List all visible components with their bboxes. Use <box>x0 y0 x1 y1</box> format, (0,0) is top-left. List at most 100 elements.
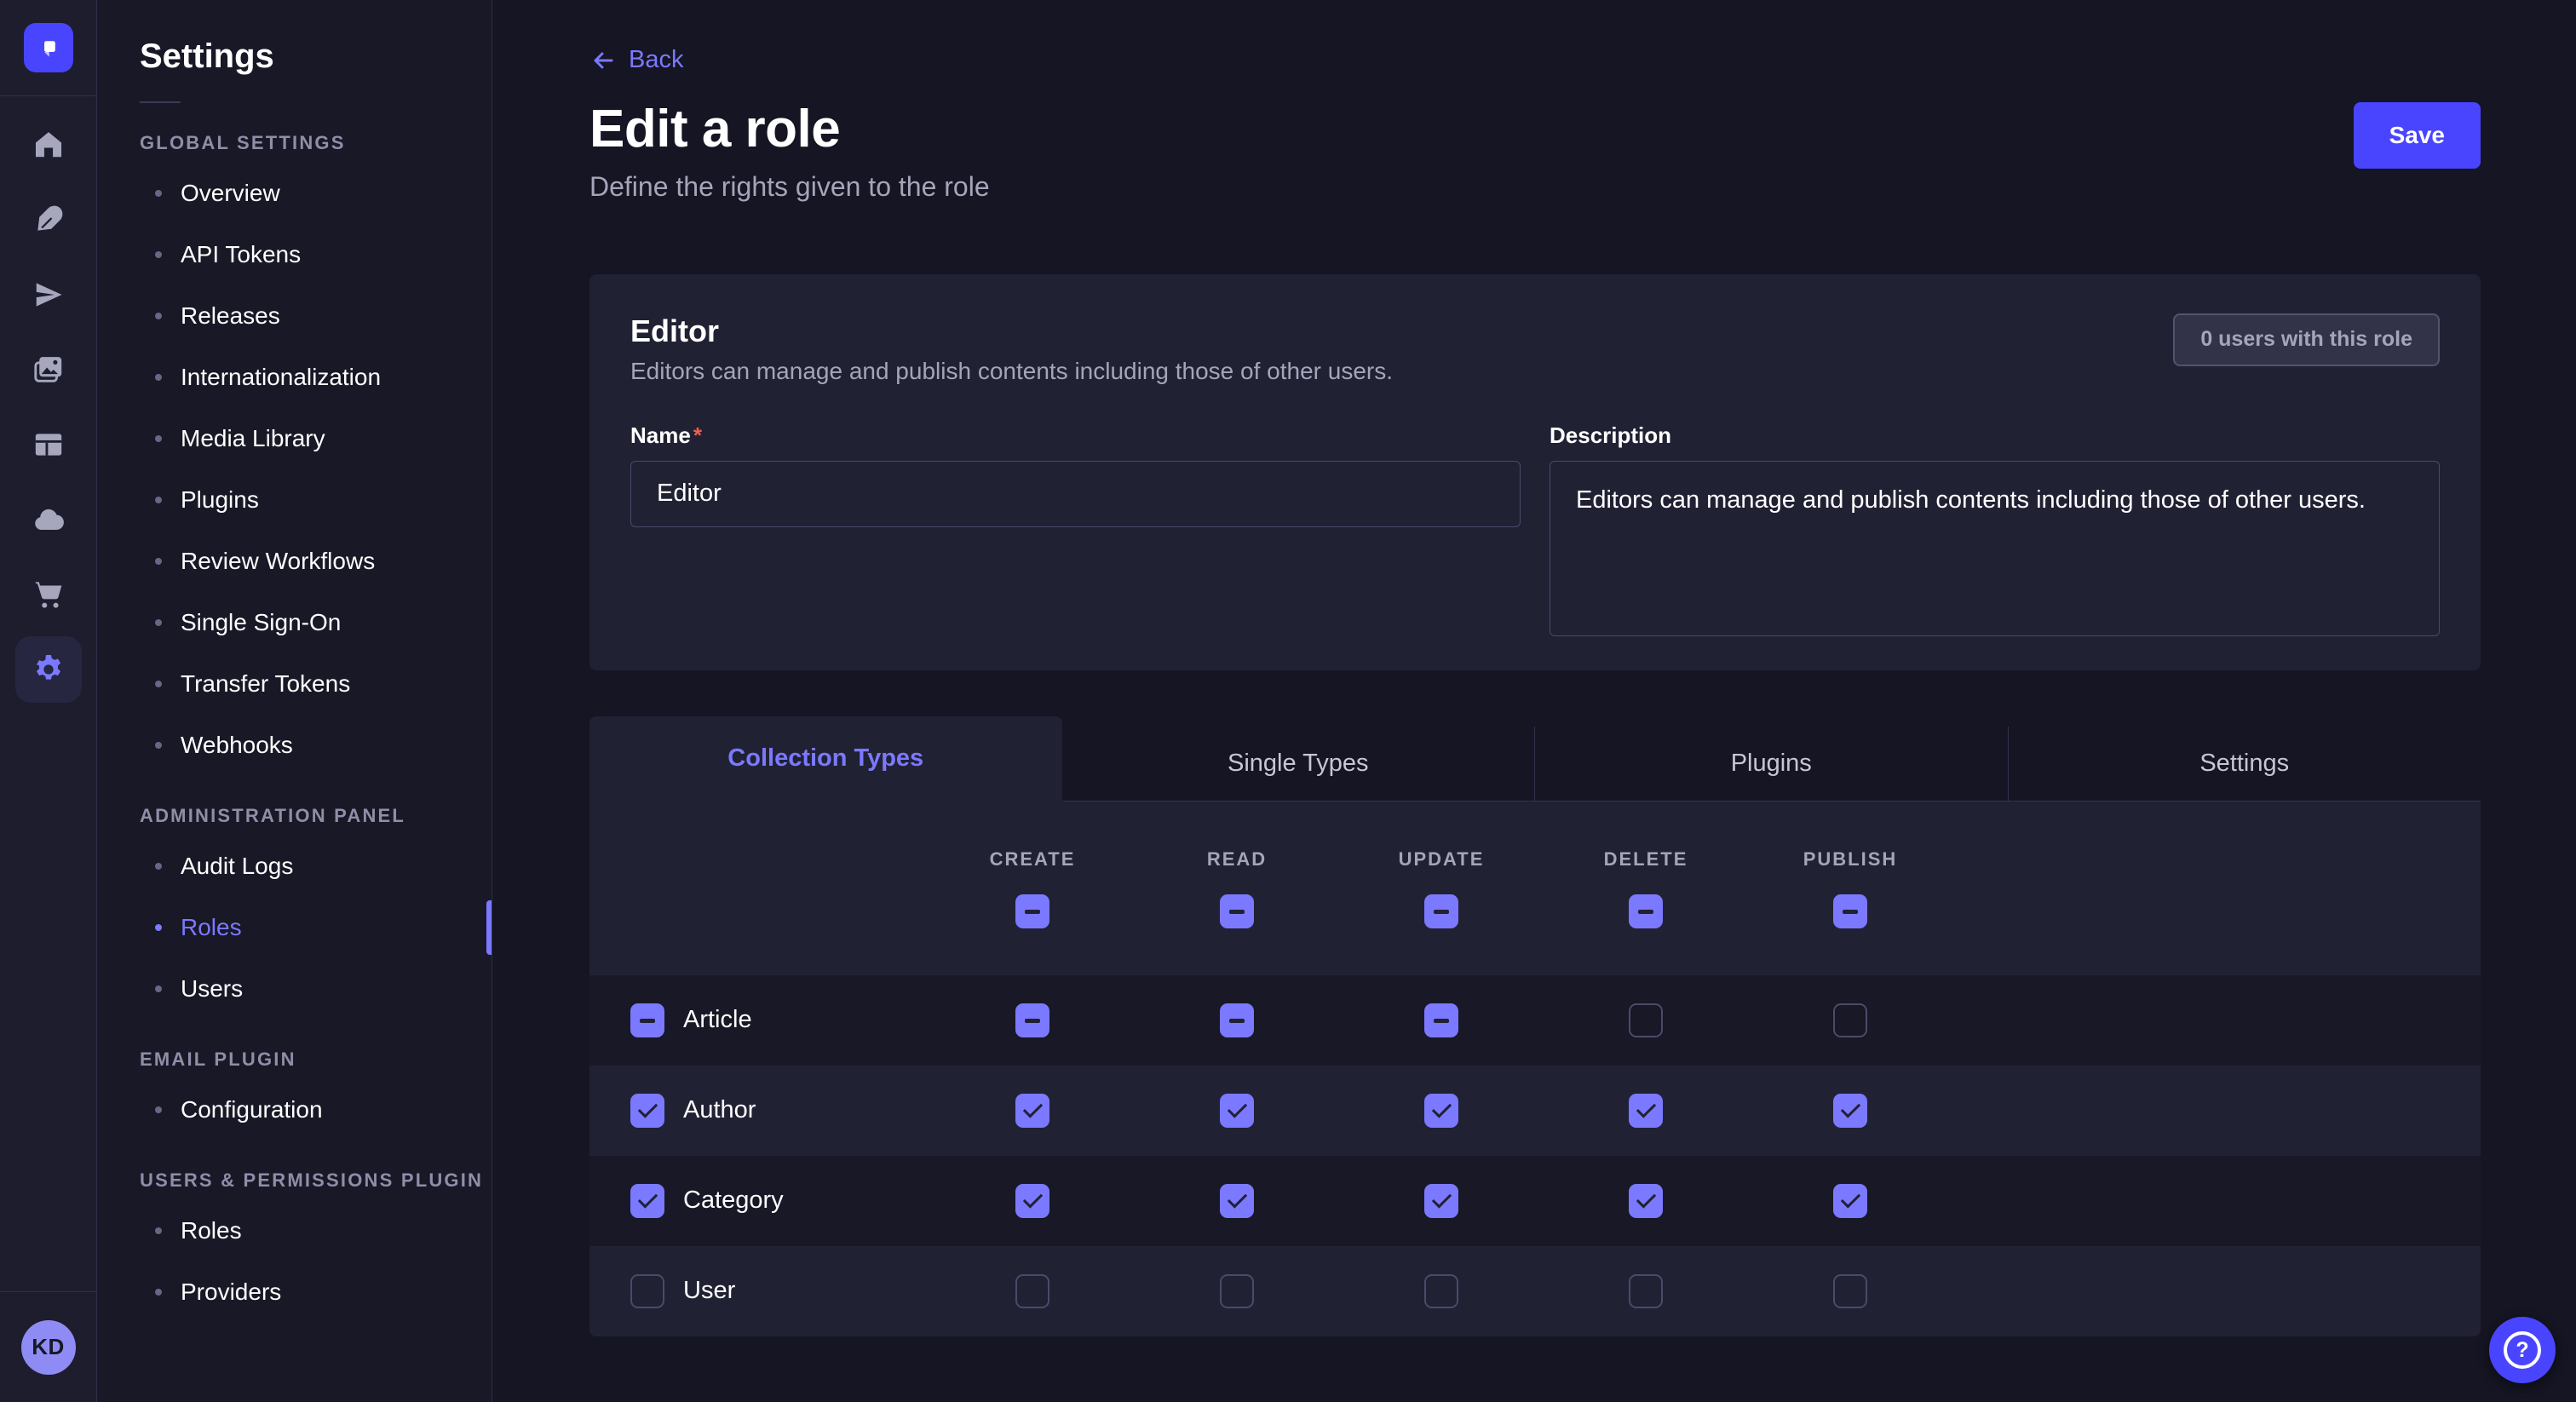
permission-checkbox[interactable] <box>1629 1094 1663 1128</box>
sidebar-item-providers[interactable]: Providers <box>97 1261 492 1323</box>
cell <box>1748 1094 1952 1128</box>
description-textarea[interactable]: Editors can manage and publish contents … <box>1550 461 2440 636</box>
layout-panel-icon[interactable] <box>32 428 65 461</box>
section-label-global: GLOBAL SETTINGS <box>140 132 492 154</box>
permission-checkbox[interactable] <box>1833 1094 1867 1128</box>
strapi-logo-icon[interactable] <box>24 23 73 72</box>
cell <box>1135 1184 1339 1218</box>
users-with-role-button[interactable]: 0 users with this role <box>2173 313 2440 366</box>
permission-checkbox[interactable] <box>1220 1003 1254 1037</box>
sidebar-item-label: Single Sign-On <box>181 609 341 636</box>
sidebar-item-audit-logs[interactable]: Audit Logs <box>97 836 492 897</box>
user-avatar[interactable]: KD <box>21 1320 76 1375</box>
tab-settings[interactable]: Settings <box>2008 727 2481 802</box>
select-all-read-checkbox[interactable] <box>1220 894 1254 928</box>
sidebar-item-label: Overview <box>181 180 280 207</box>
question-mark-icon <box>2504 1331 2541 1369</box>
permissions-section: Collection Types Single Types Plugins Se… <box>589 716 2481 1336</box>
sidebar-item-internationalization[interactable]: Internationalization <box>97 347 492 408</box>
permission-checkbox[interactable] <box>1220 1094 1254 1128</box>
permission-checkbox[interactable] <box>1220 1184 1254 1218</box>
row-select-checkbox[interactable] <box>630 1094 664 1128</box>
permission-checkbox[interactable] <box>1015 1094 1049 1128</box>
row-label: Author <box>683 1096 756 1124</box>
bullet-icon <box>155 985 162 992</box>
sidebar-item-overview[interactable]: Overview <box>97 163 492 224</box>
tab-collection-types[interactable]: Collection Types <box>589 716 1062 802</box>
settings-gear-icon[interactable] <box>15 636 82 703</box>
permission-checkbox[interactable] <box>1015 1003 1049 1037</box>
bullet-icon <box>155 313 162 319</box>
send-plane-icon[interactable] <box>32 279 65 311</box>
select-all-delete-checkbox[interactable] <box>1629 894 1663 928</box>
cell <box>930 1003 1135 1037</box>
sidebar-item-webhooks[interactable]: Webhooks <box>97 715 492 776</box>
page-subtitle: Define the rights given to the role <box>589 171 990 203</box>
sidebar-item-label: Plugins <box>181 486 259 514</box>
permission-checkbox[interactable] <box>1833 1003 1867 1037</box>
sidebar-item-single-sign-on[interactable]: Single Sign-On <box>97 592 492 653</box>
permissions-panel: CREATE READ UPDATE DELETE <box>589 802 2481 1336</box>
sidebar-item-plugins[interactable]: Plugins <box>97 469 492 531</box>
sidebar-item-users[interactable]: Users <box>97 958 492 1020</box>
cell <box>930 1094 1135 1128</box>
name-input[interactable] <box>630 461 1521 527</box>
settings-subnav: Settings GLOBAL SETTINGS Overview API To… <box>97 0 492 1402</box>
bullet-icon <box>155 1227 162 1234</box>
row-name-cell: Author <box>589 1094 930 1128</box>
permission-checkbox[interactable] <box>1833 1184 1867 1218</box>
main-content: Back Edit a role Define the rights given… <box>492 0 2576 1402</box>
sidebar-item-review-workflows[interactable]: Review Workflows <box>97 531 492 592</box>
tab-plugins[interactable]: Plugins <box>1534 727 2008 802</box>
permission-checkbox[interactable] <box>1629 1274 1663 1308</box>
column-create: CREATE <box>930 848 1135 928</box>
permission-checkbox[interactable] <box>1629 1184 1663 1218</box>
sidebar-item-configuration[interactable]: Configuration <box>97 1079 492 1141</box>
home-icon[interactable] <box>32 129 65 161</box>
cell <box>1135 1094 1339 1128</box>
sidebar-item-label: Media Library <box>181 425 325 452</box>
sidebar-item-roles-active[interactable]: Roles <box>97 897 492 958</box>
sidebar-item-api-tokens[interactable]: API Tokens <box>97 224 492 285</box>
media-library-icon[interactable] <box>32 353 65 386</box>
cloud-icon[interactable] <box>32 503 65 536</box>
help-button[interactable] <box>2489 1317 2556 1383</box>
row-select-checkbox[interactable] <box>630 1184 664 1218</box>
column-label: READ <box>1207 848 1267 871</box>
tab-single-types[interactable]: Single Types <box>1062 727 1535 802</box>
column-label: UPDATE <box>1399 848 1485 871</box>
permission-checkbox[interactable] <box>1833 1274 1867 1308</box>
permission-checkbox[interactable] <box>1629 1003 1663 1037</box>
permission-checkbox[interactable] <box>1015 1274 1049 1308</box>
row-select-checkbox[interactable] <box>630 1003 664 1037</box>
permission-checkbox[interactable] <box>1015 1184 1049 1218</box>
row-select-checkbox[interactable] <box>630 1274 664 1308</box>
icon-rail: KD <box>0 0 97 1402</box>
rail-nav <box>15 96 82 1291</box>
content-builder-feather-icon[interactable] <box>32 204 65 236</box>
back-link[interactable]: Back <box>589 46 683 74</box>
marketplace-cart-icon[interactable] <box>32 578 65 611</box>
select-all-publish-checkbox[interactable] <box>1833 894 1867 928</box>
save-button[interactable]: Save <box>2354 102 2481 169</box>
select-all-update-checkbox[interactable] <box>1424 894 1458 928</box>
sidebar-item-transfer-tokens[interactable]: Transfer Tokens <box>97 653 492 715</box>
permission-checkbox[interactable] <box>1424 1094 1458 1128</box>
cell <box>1748 1184 1952 1218</box>
description-label: Description <box>1550 422 1671 448</box>
sidebar-item-releases[interactable]: Releases <box>97 285 492 347</box>
section-label-email-plugin: EMAIL PLUGIN <box>140 1049 492 1071</box>
sidebar-item-media-library[interactable]: Media Library <box>97 408 492 469</box>
permission-checkbox[interactable] <box>1424 1274 1458 1308</box>
name-label: Name* <box>630 422 702 448</box>
sidebar-item-label: Releases <box>181 302 280 330</box>
sidebar-item-up-roles[interactable]: Roles <box>97 1200 492 1261</box>
permission-checkbox[interactable] <box>1424 1003 1458 1037</box>
permission-checkbox[interactable] <box>1220 1274 1254 1308</box>
page-header: Edit a role Define the rights given to t… <box>589 99 2481 203</box>
sidebar-item-label: Webhooks <box>181 732 293 759</box>
cell <box>1135 1274 1339 1308</box>
permission-checkbox[interactable] <box>1424 1184 1458 1218</box>
sidebar-item-label: Roles <box>181 1217 242 1244</box>
select-all-create-checkbox[interactable] <box>1015 894 1049 928</box>
